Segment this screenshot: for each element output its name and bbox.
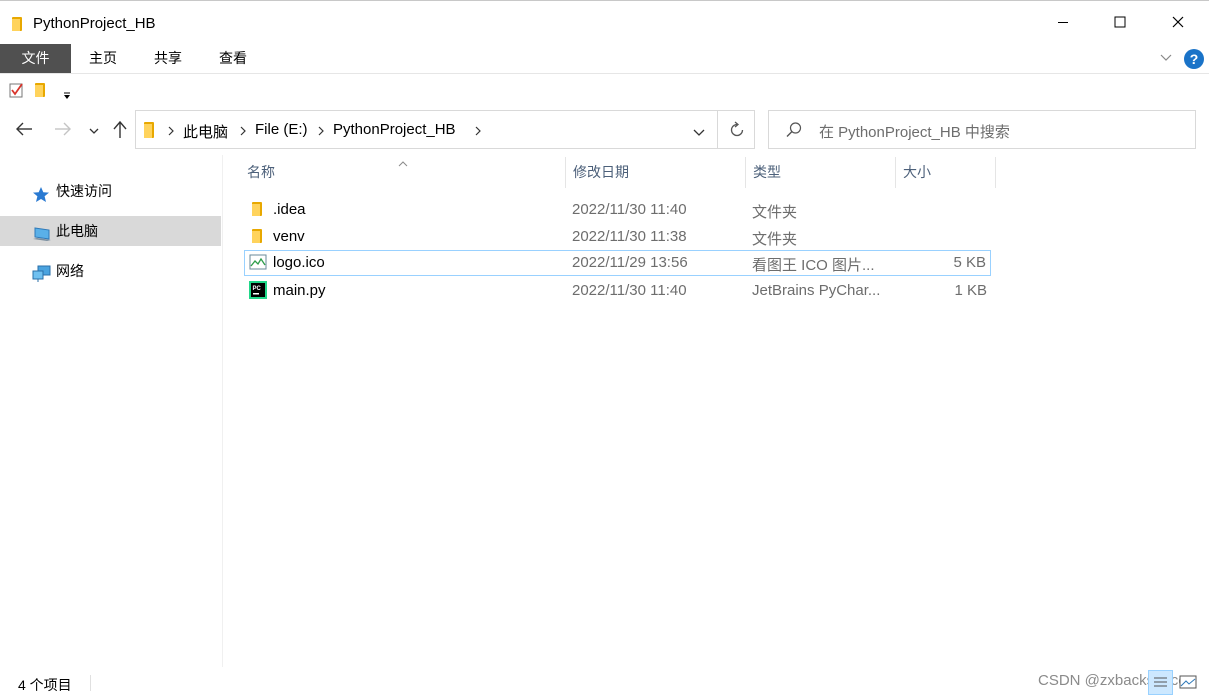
sort-ascending-icon: [397, 155, 409, 171]
file-date: 2022/11/30 11:38: [572, 228, 687, 245]
forward-arrow-icon[interactable]: [53, 119, 73, 142]
recent-locations-chevron-icon[interactable]: [88, 124, 100, 140]
breadcrumb-this-pc[interactable]: 此电脑: [183, 121, 228, 142]
navigation-bar: 此电脑 File (E:) PythonProject_HB 在 PythonP…: [0, 105, 1209, 155]
file-size: 1 KB: [954, 282, 987, 299]
column-divider[interactable]: [565, 157, 566, 188]
file-name: .idea: [273, 201, 306, 218]
window-title: PythonProject_HB: [33, 15, 156, 32]
breadcrumb-project[interactable]: PythonProject_HB: [333, 121, 456, 138]
up-arrow-icon[interactable]: [111, 119, 129, 142]
folder-icon: [249, 201, 265, 220]
file-type: 文件夹: [752, 231, 798, 248]
star-icon: [32, 183, 50, 213]
customize-toolbar-icon[interactable]: [62, 87, 72, 103]
refresh-icon[interactable]: [727, 120, 747, 143]
tab-file[interactable]: 文件: [0, 44, 71, 73]
expand-ribbon-icon[interactable]: [1159, 51, 1173, 68]
nav-item-network[interactable]: 网络: [0, 256, 221, 286]
column-header-type[interactable]: 类型: [753, 157, 781, 188]
network-icon: [32, 263, 52, 293]
maximize-button[interactable]: [1091, 1, 1149, 43]
nav-item-label: 网络: [56, 263, 84, 279]
file-name: logo.ico: [273, 254, 325, 271]
navigation-pane: 快速访问 此电脑 网络: [0, 155, 223, 667]
close-button[interactable]: [1149, 1, 1207, 43]
ribbon-tabs: 文件 主页 共享 查看 ?: [0, 43, 1209, 74]
column-divider[interactable]: [745, 157, 746, 188]
breadcrumb-drive[interactable]: File (E:): [255, 121, 308, 138]
tab-home[interactable]: 主页: [72, 44, 134, 73]
column-header-name[interactable]: 名称: [247, 157, 275, 188]
file-row-logo-ico[interactable]: logo.ico 2022/11/29 13:56 看图王 ICO 图片... …: [244, 250, 991, 276]
folder-icon: [142, 121, 156, 142]
breadcrumb-chevron-icon[interactable]: [474, 124, 482, 140]
back-arrow-icon[interactable]: [14, 119, 34, 142]
status-divider: [90, 675, 91, 691]
close-icon: [1172, 16, 1184, 28]
minimize-icon: [1058, 22, 1068, 23]
address-history-chevron-icon[interactable]: [692, 125, 706, 141]
search-placeholder: 在 PythonProject_HB 中搜索: [819, 124, 1010, 141]
nav-item-label: 快速访问: [56, 183, 112, 199]
file-explorer-window: PythonProject_HB 文件 主页 共享 查看 ? 此电脑 File …: [0, 0, 1209, 698]
status-bar: 4 个项目 CSDN @zxbackspace: [0, 667, 1209, 698]
folder-icon: [249, 228, 265, 247]
details-view-button[interactable]: [1148, 670, 1173, 695]
large-icons-view-button[interactable]: [1178, 674, 1198, 693]
file-list: 名称 修改日期 类型 大小 .idea 2022/11/30 11:40 文件夹…: [224, 155, 1209, 667]
tab-view[interactable]: 查看: [202, 44, 264, 73]
large-icons-view-icon: [1179, 675, 1197, 689]
file-date: 2022/11/29 13:56: [572, 254, 688, 271]
pycharm-file-icon: PC: [249, 281, 267, 302]
details-view-icon: [1154, 677, 1167, 687]
column-divider[interactable]: [895, 157, 896, 188]
minimize-button[interactable]: [1034, 1, 1092, 43]
maximize-icon: [1114, 16, 1126, 28]
tab-share[interactable]: 共享: [137, 44, 199, 73]
folder-icon: [10, 16, 24, 35]
column-header-date[interactable]: 修改日期: [573, 157, 629, 188]
file-date: 2022/11/30 11:40: [572, 201, 687, 218]
file-type: 看图王 ICO 图片...: [752, 257, 875, 274]
column-header-size[interactable]: 大小: [903, 157, 931, 188]
file-name: venv: [273, 228, 305, 245]
breadcrumb-chevron-icon[interactable]: [317, 124, 325, 140]
title-bar: PythonProject_HB: [0, 1, 1209, 43]
item-count: 4 个项目: [18, 677, 72, 693]
search-icon: [785, 121, 803, 142]
file-name: main.py: [273, 282, 326, 299]
nav-item-this-pc[interactable]: 此电脑: [0, 216, 221, 246]
quick-access-toolbar: [0, 75, 1209, 105]
file-type: JetBrains PyChar...: [752, 282, 881, 299]
address-divider: [717, 111, 718, 148]
help-icon[interactable]: ?: [1184, 49, 1204, 69]
breadcrumb-chevron-icon[interactable]: [239, 124, 247, 140]
search-box[interactable]: 在 PythonProject_HB 中搜索: [768, 110, 1196, 149]
file-row-idea[interactable]: .idea 2022/11/30 11:40 文件夹: [244, 197, 991, 223]
properties-check-icon[interactable]: [9, 82, 24, 101]
file-row-venv[interactable]: venv 2022/11/30 11:38 文件夹: [244, 224, 991, 250]
nav-item-label: 此电脑: [56, 223, 98, 239]
breadcrumb-chevron-icon[interactable]: [167, 124, 175, 140]
image-file-icon: [249, 254, 267, 273]
address-bar[interactable]: 此电脑 File (E:) PythonProject_HB: [135, 110, 755, 149]
column-divider[interactable]: [995, 157, 996, 188]
computer-icon: [32, 223, 52, 253]
new-folder-icon[interactable]: [33, 82, 47, 101]
file-row-main-py[interactable]: PC main.py 2022/11/30 11:40 JetBrains Py…: [244, 278, 991, 304]
nav-item-quick-access[interactable]: 快速访问: [0, 176, 221, 206]
file-date: 2022/11/30 11:40: [572, 282, 687, 299]
pycharm-badge: PC: [253, 286, 262, 292]
file-size: 5 KB: [953, 254, 986, 271]
file-type: 文件夹: [752, 204, 798, 221]
